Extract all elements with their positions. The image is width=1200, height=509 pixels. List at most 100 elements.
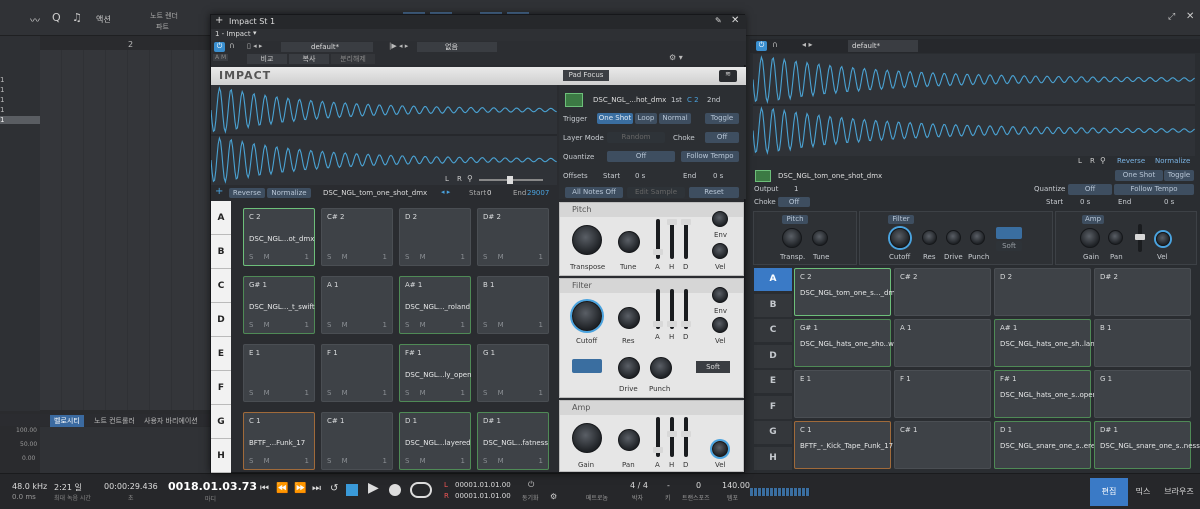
pin-icon[interactable]: ✎ <box>715 16 722 25</box>
gain-knob[interactable] <box>572 423 602 453</box>
reverse-button[interactable]: Reverse <box>229 188 265 198</box>
inline-pad[interactable]: E 1 <box>794 370 891 418</box>
pad-solo-mute[interactable]: S M <box>249 457 274 465</box>
pad-solo-mute[interactable]: S M <box>405 321 430 329</box>
pad[interactable]: A# 1 DSC_NGL..._roland S M 1 <box>399 276 471 334</box>
pad-layer-count[interactable]: 1 <box>461 389 465 397</box>
reset-button[interactable]: Reset <box>689 187 739 198</box>
inline-toggle-button[interactable]: Toggle <box>1164 170 1194 181</box>
sample-add-icon[interactable]: + <box>215 186 223 197</box>
pad-layer-count[interactable]: 1 <box>383 321 387 329</box>
soft-button[interactable]: Soft <box>696 361 730 373</box>
track-row[interactable]: 1 <box>0 96 40 104</box>
sample-waveform[interactable] <box>211 85 557 185</box>
row-label-c[interactable]: C <box>211 269 231 303</box>
loop-mode-button[interactable]: Loop <box>635 113 657 124</box>
pad-color-swatch[interactable] <box>565 93 583 107</box>
tab-user-variation[interactable]: 사용자 바리에이션 <box>144 416 198 426</box>
pad-layer-count[interactable]: 1 <box>461 321 465 329</box>
inline-pad[interactable]: C# 2 <box>894 268 991 316</box>
inline-row-label-g[interactable]: G <box>754 421 792 444</box>
window-wave-icon[interactable]: ∩ <box>229 41 235 50</box>
window-io-icon[interactable]: |▶ ◂ ▸ <box>389 42 408 50</box>
inline-row-label-c[interactable]: C <box>754 319 792 342</box>
inline-pad[interactable]: A# 1 DSC_NGL_hats_one_sh..land <box>994 319 1099 367</box>
inline-pad[interactable]: A 1 <box>894 319 991 367</box>
note-speed-label[interactable]: 노트 렌더 <box>150 11 178 21</box>
choke-select[interactable]: Off <box>705 132 739 143</box>
inline-pad[interactable]: D# 1 DSC_NGL_snare_one_s..ness <box>1094 421 1200 469</box>
inline-pan-knob[interactable] <box>1108 230 1123 245</box>
window-preset-nav-icon[interactable]: ▯ ◂ ▸ <box>247 42 262 50</box>
transpose-value[interactable]: 0 <box>696 481 701 490</box>
pad-solo-mute[interactable]: S M <box>249 389 274 397</box>
pad[interactable]: D 2 S M 1 <box>399 208 471 266</box>
inline-pad[interactable]: B 1 <box>1094 319 1191 367</box>
pad-solo-mute[interactable]: S M <box>483 253 508 261</box>
pad[interactable]: C 1 BFTF_...Funk_17 S M 1 <box>243 412 315 470</box>
wave-icon[interactable]: ∩ <box>772 40 778 49</box>
pitch-hold-slider[interactable] <box>667 219 677 259</box>
pitch-attack-slider[interactable] <box>653 219 663 259</box>
inline-tune-knob[interactable] <box>812 230 828 246</box>
inline-row-label-h[interactable]: H <box>754 446 792 470</box>
inline-pad[interactable]: G 1 <box>1094 370 1191 418</box>
one-shot-button[interactable]: One Shot <box>597 113 633 124</box>
offset-end-value[interactable]: 0 s <box>713 172 723 180</box>
pad[interactable]: A 1 S M 1 <box>321 276 393 334</box>
inline-start-value[interactable]: 0 s <box>1080 198 1090 206</box>
pad[interactable]: F# 1 DSC_NGL...ly_open S M 1 <box>399 344 472 402</box>
inline-gain-knob[interactable] <box>1080 228 1100 248</box>
pad-solo-mute[interactable]: S M <box>327 253 352 261</box>
inline-row-label-e[interactable]: E <box>754 370 792 393</box>
normalize-button[interactable]: Normalize <box>267 188 311 198</box>
inline-row-label-d[interactable]: D <box>754 344 792 368</box>
inline-end-value[interactable]: 0 s <box>1164 198 1174 206</box>
pad-solo-mute[interactable]: S M <box>249 321 274 329</box>
pad-layer-count[interactable]: 1 <box>305 389 309 397</box>
row-label-f[interactable]: F <box>211 371 231 405</box>
inline-pad[interactable]: G# 1 DSC_NGL_hats_one_sho..wift <box>794 319 901 367</box>
pad[interactable]: D# 1 DSC_NGL...fatness S M 1 <box>477 412 549 470</box>
velocity-lane[interactable] <box>40 427 210 473</box>
fast-forward-icon[interactable]: ⏩ <box>294 483 306 494</box>
pad-layer-count[interactable]: 1 <box>461 457 465 465</box>
row-label-d[interactable]: D <box>211 303 231 337</box>
inline-follow-tempo[interactable]: Follow Tempo <box>1114 184 1194 195</box>
offset-start-value[interactable]: 0 s <box>635 172 645 180</box>
filter-decay-slider[interactable] <box>681 289 691 329</box>
piano-roll-grid[interactable] <box>40 50 210 410</box>
pad-layer-count[interactable]: 1 <box>305 253 309 261</box>
wave-L[interactable]: L <box>445 175 449 183</box>
tab-note-controller[interactable]: 노트 컨트롤러 <box>94 416 135 426</box>
end-icon[interactable]: ⏭ <box>312 483 321 494</box>
listen-icon[interactable]: ♫ <box>72 11 82 24</box>
unlink-button[interactable]: 분리해제 <box>331 54 375 64</box>
tab-velocity[interactable]: 벨로시티 <box>50 415 84 427</box>
window-titlebar[interactable]: + Impact St 1 ✎ ✕ <box>211 15 746 29</box>
inline-row-label-f[interactable]: F <box>754 395 792 419</box>
inspector-oct1[interactable]: 1st <box>671 96 682 104</box>
track-row[interactable]: 1 <box>0 106 40 114</box>
end-value[interactable]: 29007 <box>527 189 549 197</box>
row-label-b[interactable]: B <box>211 235 231 269</box>
inline-pad[interactable]: D 1 DSC_NGL_snare_one_s..ered <box>994 421 1100 469</box>
tempo-value[interactable]: 140.00 <box>722 481 750 490</box>
inline-normalize[interactable]: Normalize <box>1155 157 1190 165</box>
inline-pad[interactable]: C 1 BFTF_-_Kick_Tape_Funk_17 <box>794 421 893 469</box>
gear-icon[interactable]: ⚙ <box>550 492 557 501</box>
inline-reverse[interactable]: Reverse <box>1117 157 1145 165</box>
rewind-icon[interactable]: ⏪ <box>276 483 288 494</box>
inline-soft-button[interactable]: Soft <box>996 241 1022 251</box>
add-icon[interactable]: + <box>215 15 223 26</box>
pad-focus-button[interactable]: Pad Focus <box>563 70 609 81</box>
inline-R[interactable]: R <box>1090 157 1095 165</box>
pan-knob[interactable] <box>618 429 640 451</box>
inspector-note[interactable]: C 2 <box>687 96 699 104</box>
inline-L[interactable]: L <box>1078 157 1082 165</box>
window-settings-icon[interactable]: ⚙ ▾ <box>669 53 683 62</box>
filter-attack-slider[interactable] <box>653 289 663 329</box>
pad-solo-mute[interactable]: S M <box>249 253 274 261</box>
inline-pad[interactable]: F 1 <box>894 370 991 418</box>
follow-tempo-button[interactable]: Follow Tempo <box>681 151 739 162</box>
